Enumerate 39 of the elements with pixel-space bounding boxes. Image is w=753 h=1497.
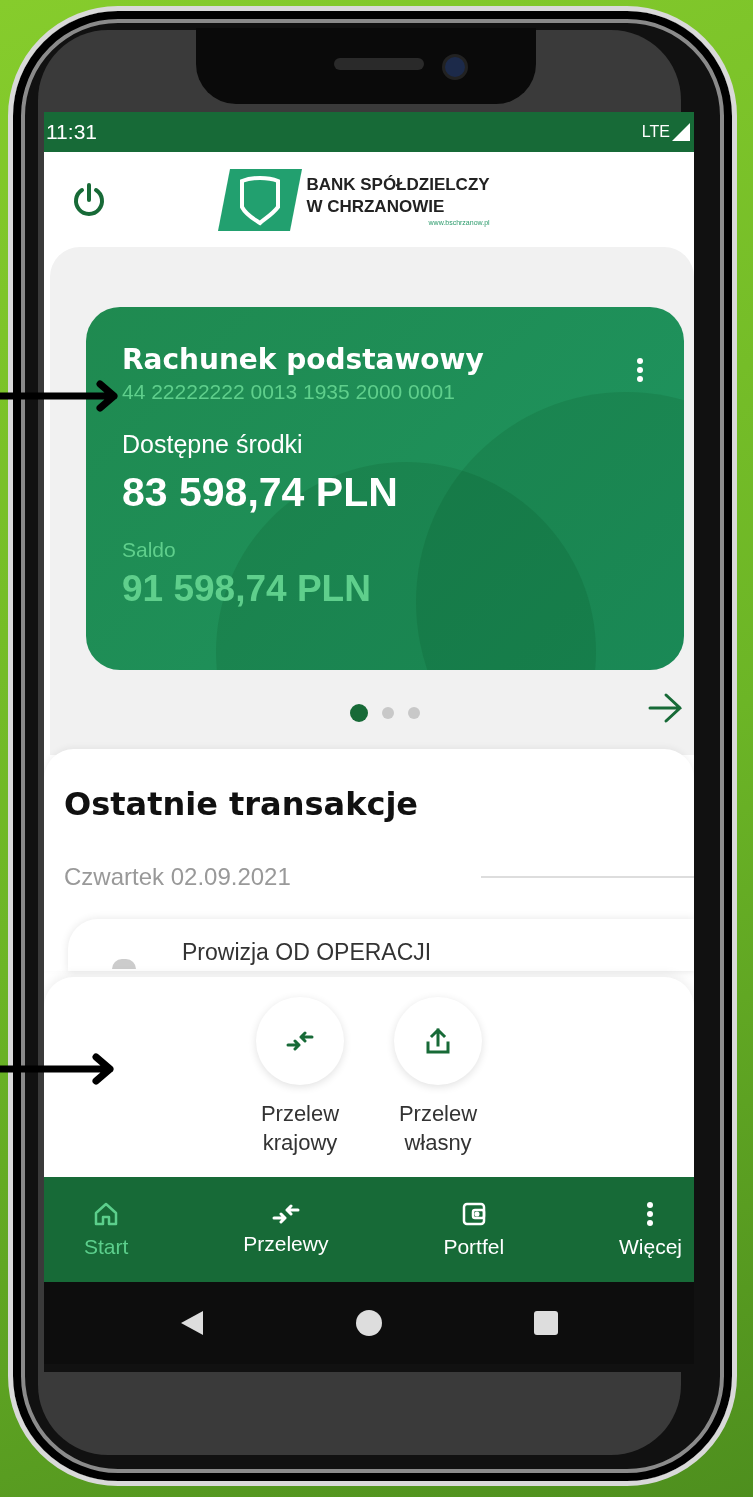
signal-icon bbox=[672, 123, 690, 141]
transaction-title: Prowizja OD OPERACJI bbox=[182, 939, 432, 966]
back-icon[interactable] bbox=[179, 1309, 205, 1337]
transaction-icon bbox=[112, 959, 136, 969]
more-icon bbox=[646, 1200, 655, 1227]
transfer-arrows-icon bbox=[286, 1031, 314, 1051]
bank-name: W CHRZANOWIE bbox=[306, 195, 446, 218]
nav-tab[interactable]: Więcej bbox=[619, 1177, 682, 1282]
balance-amount: 91 598,74 PLN bbox=[122, 568, 371, 610]
upload-icon bbox=[425, 1027, 451, 1055]
nav-tab[interactable]: Przelewy bbox=[243, 1177, 329, 1282]
quick-action-label: Przelew własny bbox=[397, 1100, 479, 1157]
carousel-dot[interactable] bbox=[382, 706, 394, 719]
camera-icon bbox=[442, 54, 468, 80]
home-icon bbox=[93, 1200, 120, 1227]
nav-tab[interactable]: Start bbox=[84, 1177, 129, 1282]
quick-action-label: Przelew krajowy bbox=[259, 1100, 341, 1157]
recent-apps-icon[interactable] bbox=[533, 1310, 559, 1336]
network-label: LTE bbox=[641, 123, 670, 141]
status-time: 11:31 bbox=[46, 120, 97, 144]
wallet-icon bbox=[460, 1200, 487, 1227]
bank-logo-icon bbox=[218, 168, 303, 231]
account-title: Rachunek podstawowy bbox=[122, 343, 484, 376]
bank-name: BANK SPÓŁDZIELCZY bbox=[306, 173, 490, 196]
account-number: 44 22222222 0013 1935 2000 0001 bbox=[122, 380, 455, 404]
carousel-dot[interactable] bbox=[350, 703, 368, 722]
date-label: Czwartek 02.09.2021 bbox=[64, 863, 291, 891]
more-options-icon[interactable] bbox=[636, 357, 644, 383]
home-circle-icon[interactable] bbox=[355, 1309, 383, 1337]
available-funds-amount: 83 598,74 PLN bbox=[122, 469, 398, 516]
transfer-arrows-icon bbox=[271, 1203, 300, 1224]
balance-label: Saldo bbox=[122, 538, 176, 562]
nav-tab[interactable]: Portfel bbox=[443, 1177, 505, 1282]
quick-action-button[interactable] bbox=[394, 997, 482, 1085]
transaction-card[interactable]: Prowizja OD OPERACJI bbox=[68, 919, 694, 971]
section-title: Ostatnie transakcje bbox=[64, 785, 420, 823]
carousel-dot[interactable] bbox=[408, 706, 420, 719]
arrow-right-icon[interactable] bbox=[648, 692, 684, 724]
available-funds-label: Dostępne środki bbox=[122, 430, 303, 459]
